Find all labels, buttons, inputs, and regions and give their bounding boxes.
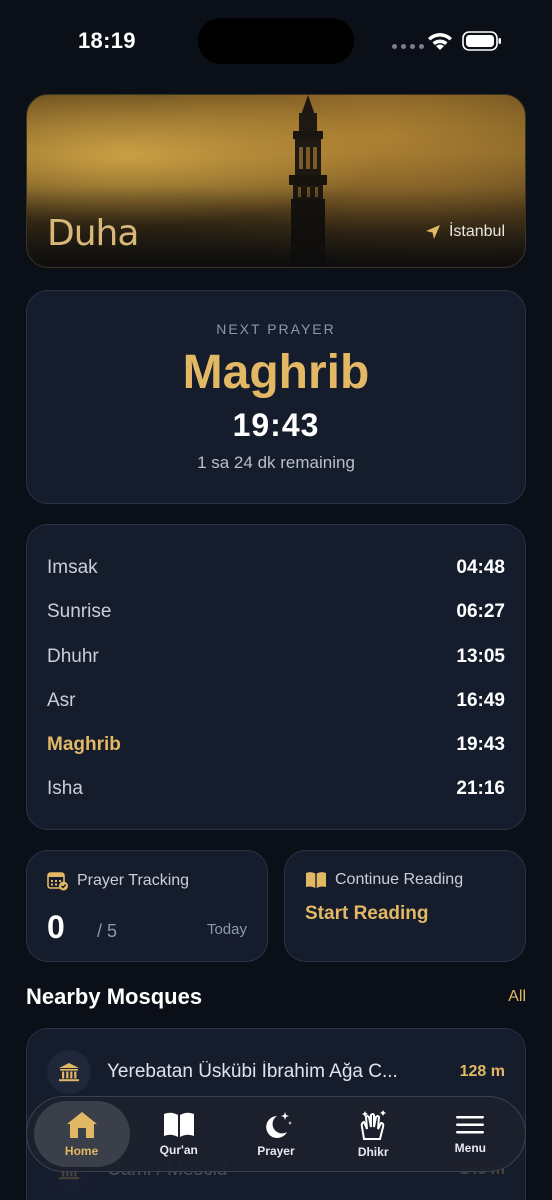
- prayer-time: 21:16: [456, 778, 505, 799]
- tab-menu[interactable]: Menu: [422, 1101, 518, 1167]
- prayer-name: Asr: [47, 690, 76, 711]
- prayer-tracking-count: 0: [47, 909, 65, 945]
- location-arrow-icon: [425, 225, 440, 239]
- start-reading-link[interactable]: Start Reading: [305, 903, 429, 925]
- home-icon: [66, 1112, 97, 1138]
- prayer-name: Imsak: [47, 557, 98, 578]
- prayer-row-maghrib: Maghrib 19:43: [47, 730, 505, 760]
- continue-reading-title: Continue Reading: [335, 871, 464, 888]
- tab-label: Home: [64, 1144, 99, 1158]
- dynamic-island: [198, 18, 354, 64]
- mosque-badge: [47, 1050, 91, 1094]
- prayer-time: 06:27: [456, 601, 505, 622]
- prayer-times-card: Imsak 04:48 Sunrise 06:27 Dhuhr 13:05 As…: [26, 524, 526, 830]
- mosque-building-icon: [59, 1063, 79, 1082]
- tab-label: Qur'an: [159, 1143, 198, 1157]
- open-book-icon: [306, 872, 326, 888]
- cellular-signal-icon: [392, 44, 424, 49]
- wifi-icon: [428, 33, 452, 50]
- next-prayer-card[interactable]: NEXT PRAYER Maghrib 19:43 1 sa 24 dk rem…: [26, 290, 526, 504]
- book-icon: [163, 1112, 194, 1137]
- prayer-row-imsak: Imsak 04:48: [47, 553, 505, 583]
- tab-home[interactable]: Home: [33, 1101, 130, 1167]
- prayer-time: 13:05: [456, 646, 505, 667]
- tab-label: Prayer: [257, 1144, 295, 1158]
- brand-logo: Duha: [47, 213, 139, 254]
- next-prayer-remaining: 1 sa 24 dk remaining: [197, 453, 355, 472]
- prayer-tracking-title: Prayer Tracking: [77, 872, 190, 889]
- prayer-row-dhuhr: Dhuhr 13:05: [47, 642, 505, 672]
- battery-icon: [462, 31, 501, 51]
- prayer-tracking-total: / 5: [97, 921, 118, 941]
- prayer-name: Isha: [47, 778, 83, 799]
- moon-stars-icon: [266, 1112, 292, 1138]
- prayer-row-asr: Asr 16:49: [47, 686, 505, 716]
- prayer-name: Maghrib: [47, 734, 121, 755]
- status-time: 18:19: [78, 28, 136, 53]
- tab-dhikr[interactable]: Dhikr: [325, 1101, 421, 1167]
- tab-prayer[interactable]: Prayer: [228, 1101, 324, 1167]
- prayer-row-sunrise: Sunrise 06:27: [47, 597, 505, 627]
- prayer-time: 16:49: [456, 690, 505, 711]
- location-button[interactable]: İstanbul: [425, 223, 505, 241]
- hands-icon: [360, 1110, 387, 1140]
- mosque-name: Yerebatan Üskübi İbrahim Ağa C...: [107, 1061, 398, 1082]
- mosque-distance: 128 m: [459, 1063, 505, 1080]
- prayer-name: Dhuhr: [47, 646, 99, 667]
- nearby-mosques-all-link[interactable]: All: [508, 988, 526, 1006]
- status-bar: 18:19: [0, 0, 552, 84]
- prayer-name: Sunrise: [47, 601, 112, 622]
- menu-icon: [456, 1116, 485, 1134]
- tab-quran[interactable]: Qur'an: [131, 1101, 227, 1167]
- tab-label: Menu: [454, 1141, 487, 1155]
- prayer-tracking-period: Today: [206, 921, 247, 938]
- tab-label: Dhikr: [357, 1145, 389, 1159]
- hero-banner: Duha İstanbul: [26, 94, 526, 268]
- prayer-time: 19:43: [456, 734, 505, 755]
- nearby-mosques-title: Nearby Mosques: [26, 984, 203, 1009]
- prayer-tracking-header: Prayer Tracking: [47, 871, 189, 891]
- next-prayer-name: Maghrib: [182, 346, 370, 399]
- prayer-tracking-card[interactable]: Prayer Tracking 0 / 5 Today: [26, 850, 268, 962]
- mosque-list-item[interactable]: Yerebatan Üskübi İbrahim Ağa C... 128 m: [47, 1049, 505, 1095]
- bottom-tab-bar: Home Qur'an Prayer Dhikr Menu: [26, 1096, 526, 1172]
- calendar-check-icon: [47, 872, 68, 891]
- prayer-time: 04:48: [456, 557, 505, 578]
- continue-reading-card[interactable]: Continue Reading Start Reading: [284, 850, 526, 962]
- next-prayer-label: NEXT PRAYER: [216, 321, 336, 337]
- next-prayer-time: 19:43: [232, 407, 320, 443]
- location-label: İstanbul: [448, 223, 505, 240]
- continue-reading-header: Continue Reading: [305, 871, 463, 889]
- prayer-row-isha: Isha 21:16: [47, 774, 505, 804]
